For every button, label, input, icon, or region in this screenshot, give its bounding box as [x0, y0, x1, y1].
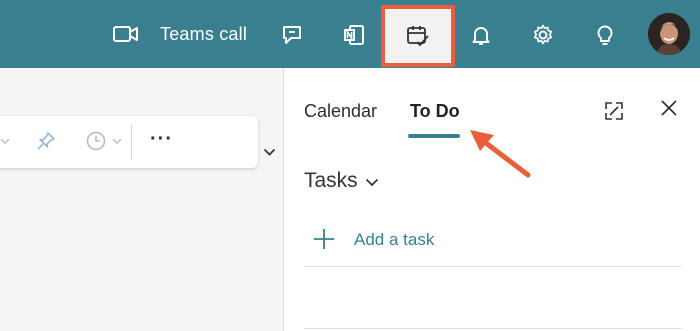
- pin-icon[interactable]: [34, 129, 58, 153]
- chat-icon[interactable]: [280, 22, 306, 48]
- top-bar: Teams call: [0, 0, 700, 68]
- avatar[interactable]: [648, 13, 690, 55]
- todo-app-button[interactable]: [381, 5, 455, 67]
- video-icon[interactable]: [112, 24, 140, 44]
- more-options-button[interactable]: ···: [150, 128, 173, 151]
- message-toolbar: ···: [0, 116, 258, 168]
- annotation-arrow: [470, 130, 531, 178]
- todo-icon: [405, 23, 431, 49]
- lightbulb-icon[interactable]: [592, 22, 618, 48]
- divider: [304, 266, 682, 267]
- tab-calendar[interactable]: Calendar: [304, 101, 377, 122]
- chevron-down-icon[interactable]: [364, 175, 380, 189]
- tasks-section-title[interactable]: Tasks: [304, 169, 358, 193]
- close-icon[interactable]: [658, 97, 680, 119]
- mail-reading-area: [0, 68, 283, 331]
- toolbar-divider: [131, 124, 132, 160]
- add-icon[interactable]: [312, 227, 336, 251]
- bell-icon[interactable]: [468, 22, 494, 48]
- teams-call-label[interactable]: Teams call: [160, 24, 247, 45]
- side-panel: Calendar To Do Tasks Add a task: [283, 68, 700, 331]
- chevron-down-icon[interactable]: [112, 136, 122, 146]
- divider: [304, 328, 682, 329]
- expand-icon[interactable]: [602, 99, 626, 123]
- chevron-down-icon[interactable]: [0, 136, 10, 146]
- chevron-down-icon[interactable]: [262, 146, 276, 158]
- active-tab-indicator: [408, 134, 460, 138]
- settings-icon[interactable]: [530, 22, 556, 48]
- onenote-icon[interactable]: [341, 22, 367, 48]
- add-task-button[interactable]: Add a task: [354, 230, 434, 250]
- clock-icon[interactable]: [84, 129, 108, 153]
- tab-todo[interactable]: To Do: [410, 101, 460, 122]
